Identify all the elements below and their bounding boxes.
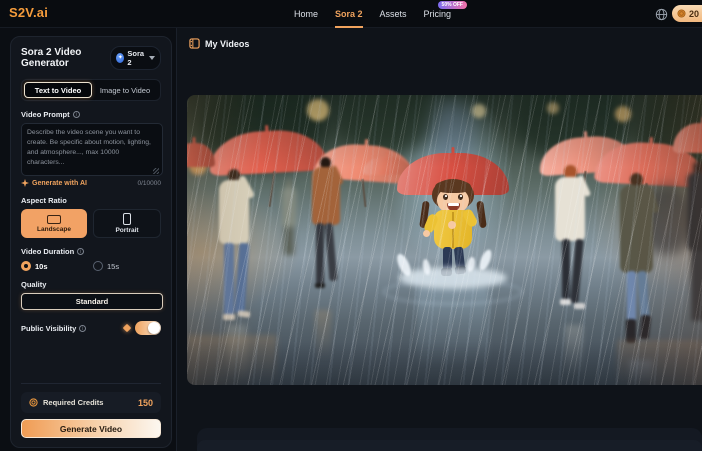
nav-assets[interactable]: Assets — [380, 0, 407, 28]
reflection-warm — [617, 340, 702, 385]
sora-model-icon: ✦ — [116, 53, 125, 63]
required-credits-label: Required Credits — [43, 398, 104, 407]
puddle-ripple — [383, 279, 523, 305]
radio-selected-icon — [21, 261, 31, 271]
main-nav: Home Sora 2 Assets Pricing 50% OFF — [294, 0, 467, 28]
portrait-icon — [123, 213, 131, 225]
aspect-portrait-button[interactable]: Portrait — [93, 209, 161, 238]
brand-logo[interactable]: S2V.ai — [9, 5, 48, 20]
nav-pricing[interactable]: Pricing 50% OFF — [423, 0, 467, 28]
quality-label: Quality — [21, 280, 47, 289]
visibility-toggle[interactable] — [135, 321, 161, 335]
radio-unselected-icon — [93, 261, 103, 271]
main-content: My Videos — [176, 28, 702, 451]
info-icon[interactable]: i — [77, 248, 85, 255]
visibility-label: Public Visibility — [21, 323, 77, 333]
aspect-landscape-button[interactable]: Landscape — [21, 209, 87, 238]
reflection — [315, 310, 331, 360]
required-credits-box: Required Credits 150 — [21, 392, 161, 413]
duration-15s-label: 15s — [107, 261, 120, 271]
reflection-warm — [187, 335, 277, 385]
pedestrian-edge — [685, 161, 702, 336]
required-credits-value: 150 — [137, 397, 153, 408]
bokeh-light — [472, 104, 486, 118]
top-navbar: S2V.ai Home Sora 2 Assets Pricing 50% OF… — [0, 0, 702, 28]
generate-with-ai-button[interactable]: Generate with AI — [21, 179, 87, 187]
model-selector[interactable]: ✦ Sora 2 — [110, 46, 161, 70]
my-videos-header: My Videos — [205, 38, 250, 49]
duration-15s-radio[interactable]: 15s — [93, 261, 119, 271]
bokeh-light — [615, 106, 631, 122]
generate-video-button[interactable]: Generate Video — [21, 419, 161, 438]
pedestrian — [307, 157, 345, 309]
bokeh-light — [307, 99, 329, 121]
coin-icon — [29, 398, 38, 407]
model-label: Sora 2 — [127, 49, 145, 67]
aspect-ratio-label: Aspect Ratio — [21, 196, 67, 205]
pedestrian — [551, 165, 592, 325]
film-icon — [189, 38, 200, 49]
quality-standard-button[interactable]: Standard — [21, 293, 163, 310]
nav-sora2[interactable]: Sora 2 — [335, 0, 363, 28]
umbrella-pole — [268, 171, 276, 207]
reflection — [565, 325, 583, 375]
mode-tabs: Text to Video Image to Video — [21, 79, 161, 101]
generate-with-ai-label: Generate with AI — [32, 179, 87, 187]
generator-panel: Sora 2 Video Generator ✦ Sora 2 Text to … — [10, 36, 172, 448]
duration-10s-radio[interactable]: 10s — [21, 261, 93, 271]
gem-icon — [122, 323, 132, 333]
language-globe-icon[interactable] — [655, 8, 668, 21]
tab-text-to-video[interactable]: Text to Video — [24, 82, 92, 98]
bokeh-light — [547, 102, 559, 114]
nav-home[interactable]: Home — [294, 0, 318, 28]
coin-icon — [677, 9, 686, 18]
pedestrian — [215, 169, 259, 335]
portrait-label: Portrait — [115, 227, 139, 234]
video-thumbnail[interactable] — [187, 95, 702, 385]
pedestrian — [615, 173, 660, 365]
sparkle-icon — [21, 179, 29, 187]
tab-image-to-video[interactable]: Image to Video — [92, 82, 158, 98]
nav-pricing-label: Pricing — [423, 9, 452, 19]
umbrella-pole — [361, 178, 367, 208]
credits-count: 20 — [689, 8, 700, 19]
prompt-input[interactable] — [21, 123, 163, 176]
char-counter: 0/10000 — [137, 179, 162, 187]
duration-10s-label: 10s — [35, 261, 48, 271]
video-scene — [187, 95, 702, 385]
prompt-label: Video Prompt — [21, 110, 70, 119]
landscape-label: Landscape — [37, 225, 71, 233]
next-section-peek — [197, 428, 702, 451]
pedestrian-distant — [279, 179, 299, 257]
chevron-down-icon — [149, 56, 155, 60]
landscape-icon — [47, 214, 61, 224]
credits-pill[interactable]: 20 — [672, 5, 702, 22]
duration-label: Video Duration — [21, 247, 75, 256]
panel-title: Sora 2 Video Generator — [21, 47, 82, 69]
discount-badge: 50% OFF — [437, 1, 467, 9]
info-icon[interactable]: i — [72, 111, 80, 118]
splash-spike — [394, 252, 414, 278]
info-icon[interactable]: i — [79, 324, 87, 332]
